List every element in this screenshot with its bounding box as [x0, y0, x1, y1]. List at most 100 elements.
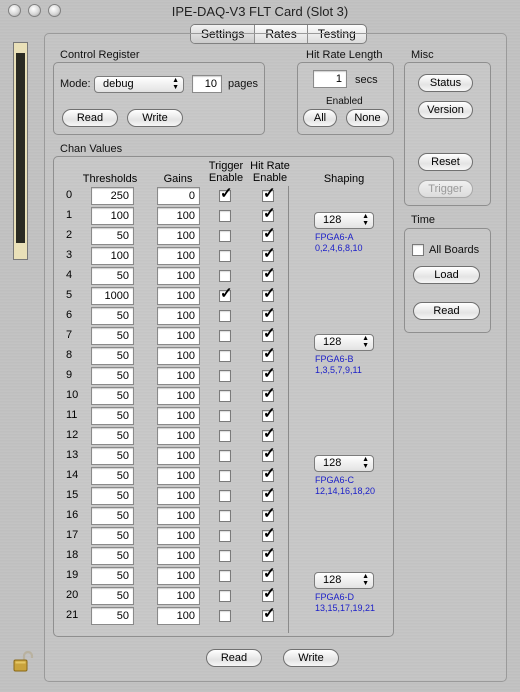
- chan-write-button[interactable]: Write: [283, 649, 339, 667]
- gain-field[interactable]: 100: [157, 407, 200, 425]
- hit-rate-enable-checkbox[interactable]: [262, 266, 276, 282]
- gain-field[interactable]: 100: [157, 547, 200, 565]
- threshold-field[interactable]: 50: [91, 307, 134, 325]
- threshold-field[interactable]: 50: [91, 547, 134, 565]
- trigger-enable-checkbox[interactable]: [219, 550, 231, 562]
- gain-field[interactable]: 100: [157, 347, 200, 365]
- threshold-field[interactable]: 50: [91, 227, 134, 245]
- threshold-field[interactable]: 50: [91, 267, 134, 285]
- hit-rate-enable-checkbox[interactable]: [262, 346, 276, 362]
- hit-rate-enable-checkbox[interactable]: [262, 306, 276, 322]
- hit-rate-enable-checkbox[interactable]: [262, 446, 276, 462]
- hit-rate-enable-checkbox[interactable]: [262, 526, 276, 542]
- mode-select[interactable]: debug ▲ ▼: [94, 76, 184, 93]
- all-boards-checkbox[interactable]: [412, 244, 424, 256]
- hit-rate-enable-checkbox[interactable]: [262, 406, 276, 422]
- trigger-enable-checkbox[interactable]: [219, 286, 233, 302]
- gain-field[interactable]: 100: [157, 327, 200, 345]
- trigger-enable-checkbox[interactable]: [219, 250, 231, 262]
- threshold-field[interactable]: 50: [91, 467, 134, 485]
- time-read-button[interactable]: Read: [413, 302, 480, 320]
- gain-field[interactable]: 100: [157, 487, 200, 505]
- hit-rate-enable-checkbox[interactable]: [262, 466, 276, 482]
- shaping-select[interactable]: 128 ▲ ▼: [314, 572, 374, 589]
- trigger-enable-checkbox[interactable]: [219, 610, 231, 622]
- version-button[interactable]: Version: [418, 101, 473, 119]
- trigger-enable-checkbox[interactable]: [219, 270, 231, 282]
- threshold-field[interactable]: 50: [91, 387, 134, 405]
- hit-rate-enable-checkbox[interactable]: [262, 506, 276, 522]
- gain-field[interactable]: 100: [157, 527, 200, 545]
- padlock-icon[interactable]: [11, 649, 35, 673]
- trigger-enable-checkbox[interactable]: [219, 186, 233, 202]
- trigger-enable-checkbox[interactable]: [219, 390, 231, 402]
- trigger-enable-checkbox[interactable]: [219, 470, 231, 482]
- hit-rate-enable-checkbox[interactable]: [262, 206, 276, 222]
- trigger-enable-checkbox[interactable]: [219, 510, 231, 522]
- gain-field[interactable]: 100: [157, 447, 200, 465]
- hit-rate-enable-checkbox[interactable]: [262, 566, 276, 582]
- gain-field[interactable]: 100: [157, 227, 200, 245]
- threshold-field[interactable]: 50: [91, 567, 134, 585]
- gain-field[interactable]: 100: [157, 427, 200, 445]
- threshold-field[interactable]: 50: [91, 407, 134, 425]
- hit-rate-enable-checkbox[interactable]: [262, 326, 276, 342]
- shaping-select[interactable]: 128 ▲ ▼: [314, 212, 374, 229]
- threshold-field[interactable]: 50: [91, 587, 134, 605]
- threshold-field[interactable]: 50: [91, 447, 134, 465]
- gain-field[interactable]: 100: [157, 387, 200, 405]
- threshold-field[interactable]: 1000: [91, 287, 134, 305]
- threshold-field[interactable]: 50: [91, 487, 134, 505]
- trigger-enable-checkbox[interactable]: [219, 410, 231, 422]
- gain-field[interactable]: 100: [157, 247, 200, 265]
- threshold-field[interactable]: 50: [91, 607, 134, 625]
- hit-rate-enable-checkbox[interactable]: [262, 426, 276, 442]
- gain-field[interactable]: 100: [157, 607, 200, 625]
- threshold-field[interactable]: 50: [91, 367, 134, 385]
- control-write-button[interactable]: Write: [127, 109, 183, 127]
- trigger-enable-checkbox[interactable]: [219, 430, 231, 442]
- gain-field[interactable]: 100: [157, 267, 200, 285]
- trigger-enable-checkbox[interactable]: [219, 370, 231, 382]
- trigger-enable-checkbox[interactable]: [219, 450, 231, 462]
- hit-rate-enable-checkbox[interactable]: [262, 386, 276, 402]
- gain-field[interactable]: 100: [157, 307, 200, 325]
- time-load-button[interactable]: Load: [413, 266, 480, 284]
- hit-rate-enable-checkbox[interactable]: [262, 546, 276, 562]
- control-read-button[interactable]: Read: [62, 109, 118, 127]
- gain-field[interactable]: 100: [157, 367, 200, 385]
- hit-rate-enable-checkbox[interactable]: [262, 486, 276, 502]
- gain-field[interactable]: 100: [157, 207, 200, 225]
- trigger-enable-checkbox[interactable]: [219, 310, 231, 322]
- gain-field[interactable]: 100: [157, 467, 200, 485]
- hit-rate-enable-checkbox[interactable]: [262, 286, 276, 302]
- trigger-enable-checkbox[interactable]: [219, 330, 231, 342]
- threshold-field[interactable]: 100: [91, 247, 134, 265]
- gain-field[interactable]: 100: [157, 287, 200, 305]
- threshold-field[interactable]: 50: [91, 327, 134, 345]
- hit-rate-enable-checkbox[interactable]: [262, 246, 276, 262]
- enable-none-button[interactable]: None: [346, 109, 389, 127]
- pages-field[interactable]: 10: [192, 75, 222, 93]
- status-button[interactable]: Status: [418, 74, 473, 92]
- hit-rate-enable-checkbox[interactable]: [262, 586, 276, 602]
- chan-read-button[interactable]: Read: [206, 649, 262, 667]
- threshold-field[interactable]: 50: [91, 527, 134, 545]
- reset-button[interactable]: Reset: [418, 153, 473, 171]
- trigger-enable-checkbox[interactable]: [219, 490, 231, 502]
- trigger-enable-checkbox[interactable]: [219, 530, 231, 542]
- hit-rate-enable-checkbox[interactable]: [262, 606, 276, 622]
- hit-rate-enable-checkbox[interactable]: [262, 366, 276, 382]
- trigger-enable-checkbox[interactable]: [219, 590, 231, 602]
- gain-field[interactable]: 100: [157, 507, 200, 525]
- trigger-enable-checkbox[interactable]: [219, 570, 231, 582]
- threshold-field[interactable]: 50: [91, 507, 134, 525]
- threshold-field[interactable]: 50: [91, 347, 134, 365]
- trigger-enable-checkbox[interactable]: [219, 350, 231, 362]
- shaping-select[interactable]: 128 ▲ ▼: [314, 455, 374, 472]
- gain-field[interactable]: 100: [157, 567, 200, 585]
- trigger-button[interactable]: Trigger: [418, 180, 473, 198]
- hit-rate-enable-checkbox[interactable]: [262, 186, 276, 202]
- gain-field[interactable]: 100: [157, 587, 200, 605]
- shaping-select[interactable]: 128 ▲ ▼: [314, 334, 374, 351]
